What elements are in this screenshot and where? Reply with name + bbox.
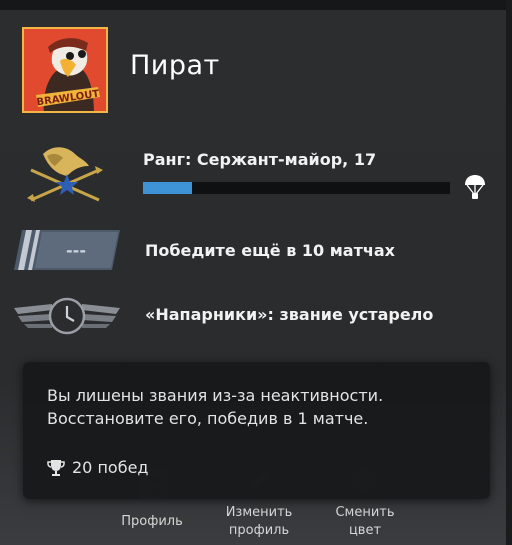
right-edge [506,0,512,545]
expired-clock-badge-icon [14,297,120,335]
change-color-label-line2: цвет [348,523,382,538]
change-color-button[interactable]: Сменить цвет [322,504,408,540]
edit-profile-button[interactable]: Изменить профиль [214,504,304,540]
tooltip-message: Вы лишены звания из-за неактивности. Вос… [47,384,383,430]
unranked-competitive-badge-icon: --- [14,230,120,270]
edit-profile-label-line2: профиль [228,523,290,538]
parachute-icon[interactable] [464,174,486,200]
tooltip-line-1: Вы лишены звания из-за неактивности. [47,386,384,405]
rank-expired-tooltip: Вы лишены звания из-за неактивности. Вос… [23,362,490,499]
edit-profile-label-line1: Изменить [225,505,293,520]
tooltip-wins: 20 побед [47,458,148,477]
change-color-label-line1: Сменить [335,505,395,520]
eagle-rank-badge-icon [27,147,103,202]
nickname: Пират [130,50,220,81]
wingman-status: «Напарники»: звание устарело [145,305,434,324]
tooltip-wins-count: 20 побед [72,458,149,477]
profile-button[interactable]: Профиль [110,513,194,531]
eagle-pirate-avatar-icon: BRAWLOUT [24,29,106,111]
rank-progress-fill [143,182,193,194]
tooltip-line-2: Восстановите его, победив в 1 матче. [47,409,369,428]
rank-progress-bar [143,182,450,194]
competitive-wins-needed: Победите ещё в 10 матчах [145,241,395,260]
trophy-icon [47,459,65,476]
profile-button-label: Профиль [121,514,183,529]
rank-label: Ранг: Сержант-майор, 17 [143,150,377,169]
top-edge [0,0,512,10]
competitive-placeholder: --- [66,241,86,260]
avatar[interactable]: BRAWLOUT [22,27,108,113]
